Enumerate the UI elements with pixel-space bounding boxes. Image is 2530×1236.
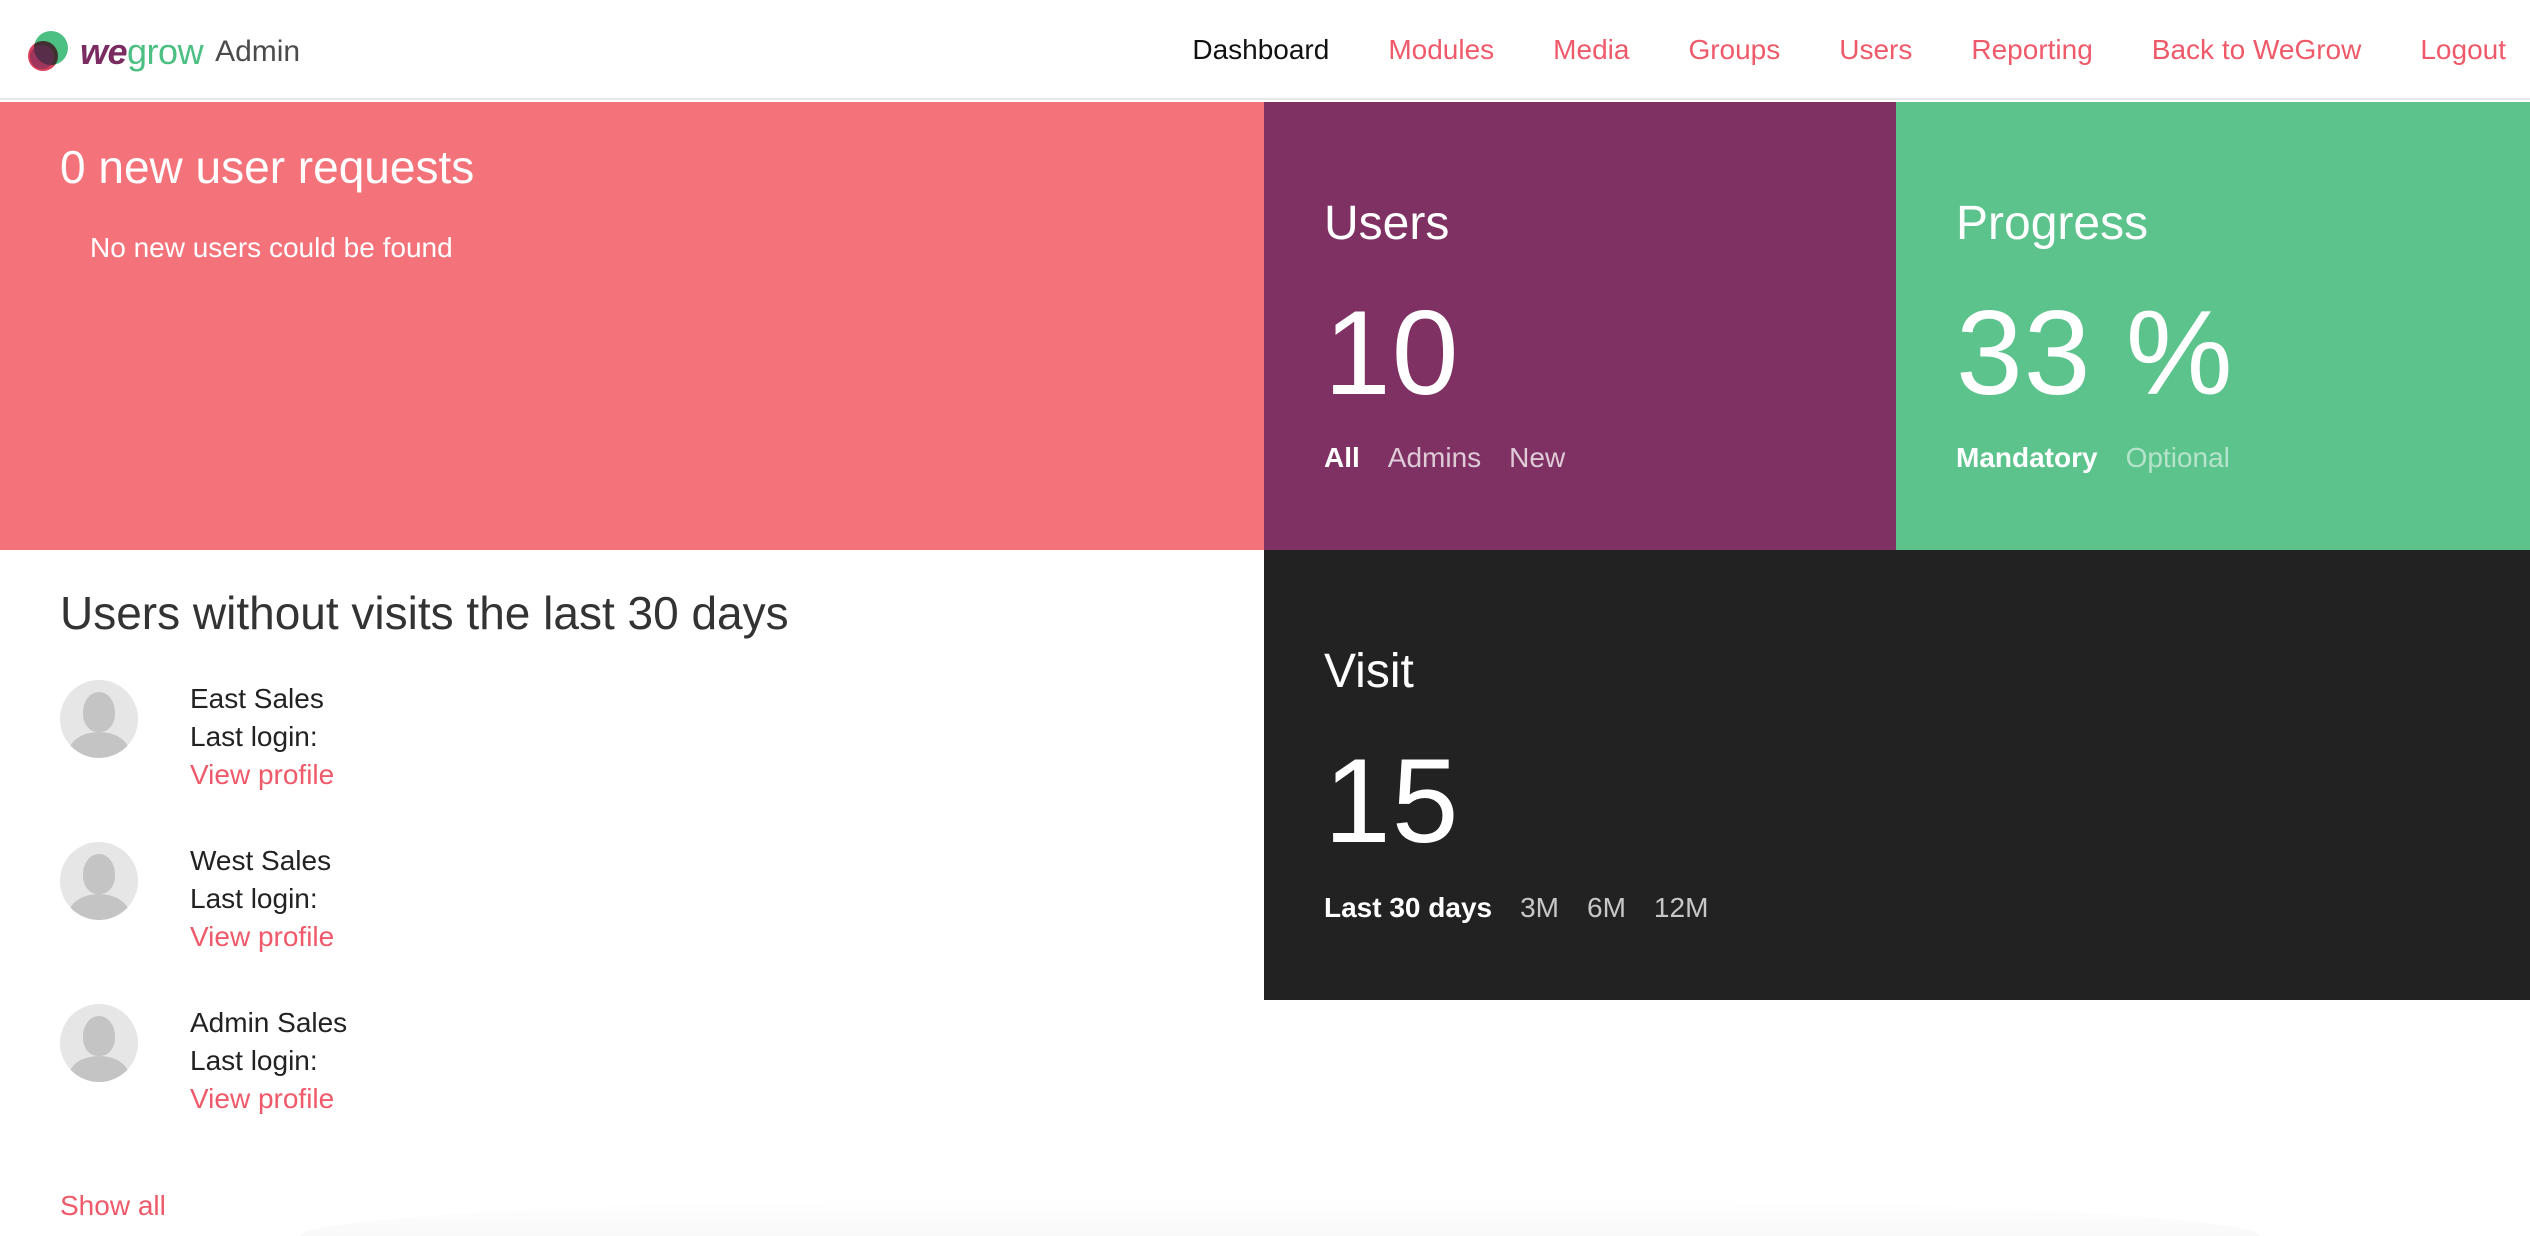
user-info: Admin Sales Last login: View profile	[190, 1004, 347, 1118]
inactive-users-section: Users without visits the last 30 days Ea…	[60, 586, 1200, 1114]
inactive-users-list: East Sales Last login: View profile West…	[60, 680, 760, 1166]
list-item: West Sales Last login: View profile	[60, 842, 760, 1004]
nav-reporting[interactable]: Reporting	[1971, 28, 2092, 72]
user-info: East Sales Last login: View profile	[190, 680, 334, 794]
users-stat-panel: Users 10 All Admins New	[1264, 102, 1896, 550]
users-filter-admins[interactable]: Admins	[1388, 442, 1481, 474]
top-header: wegrow Admin Dashboard Modules Media Gro…	[0, 0, 2530, 100]
wegrow-logo-icon	[28, 31, 70, 73]
visit-filter-3m[interactable]: 3M	[1520, 892, 1559, 924]
users-stat-title: Users	[1324, 197, 1450, 250]
list-item: East Sales Last login: View profile	[60, 680, 760, 842]
last-login-label: Last login:	[190, 883, 318, 914]
avatar	[60, 680, 138, 758]
users-stat-filters: All Admins New	[1324, 442, 1593, 474]
nav-groups[interactable]: Groups	[1688, 28, 1780, 72]
nav-modules[interactable]: Modules	[1388, 28, 1494, 72]
nav-back-to-wegrow[interactable]: Back to WeGrow	[2152, 28, 2362, 72]
user-name: West Sales	[190, 845, 332, 876]
visit-filter-last-30-days[interactable]: Last 30 days	[1324, 892, 1492, 924]
user-info: West Sales Last login: View profile	[190, 842, 334, 956]
progress-stat-filters: Mandatory Optional	[1956, 442, 2258, 474]
new-user-requests-panel: 0 new user requests No new users could b…	[0, 102, 1264, 550]
progress-stat-title: Progress	[1956, 197, 2149, 250]
visit-stat-panel: Visit 15 Last 30 days 3M 6M 12M	[1264, 550, 2530, 1000]
user-name: Admin Sales	[190, 1007, 348, 1038]
visit-stat-title: Visit	[1324, 645, 1414, 698]
main-nav: Dashboard Modules Media Groups Users Rep…	[1133, 28, 2506, 72]
nav-media[interactable]: Media	[1553, 28, 1629, 72]
nav-logout[interactable]: Logout	[2420, 28, 2506, 72]
new-user-requests-title: 0 new user requests	[60, 141, 475, 193]
visit-filter-12m[interactable]: 12M	[1654, 892, 1708, 924]
logo-grow: grow	[127, 31, 204, 72]
nav-users[interactable]: Users	[1839, 28, 1912, 72]
visit-stat-filters: Last 30 days 3M 6M 12M	[1324, 892, 1736, 924]
admin-label: Admin	[215, 35, 301, 68]
view-profile-link[interactable]: View profile	[190, 921, 334, 952]
last-login-label: Last login:	[190, 721, 318, 752]
progress-filter-optional[interactable]: Optional	[2126, 442, 2230, 474]
show-all-link[interactable]: Show all	[60, 1190, 166, 1222]
avatar	[60, 842, 138, 920]
last-login-label: Last login:	[190, 1045, 318, 1076]
nav-dashboard[interactable]: Dashboard	[1192, 28, 1329, 72]
no-new-users-message: No new users could be found	[90, 232, 453, 263]
logo-we: we	[80, 31, 128, 72]
logo-wordmark: wegrow	[80, 31, 204, 73]
progress-stat-panel: Progress 33 % Mandatory Optional	[1896, 102, 2530, 550]
progress-stat-value: 33 %	[1956, 286, 2234, 420]
users-stat-value: 10	[1324, 286, 1460, 420]
wegrow-logo[interactable]: wegrow Admin	[28, 30, 300, 74]
progress-filter-mandatory[interactable]: Mandatory	[1956, 442, 2098, 474]
visit-filter-6m[interactable]: 6M	[1587, 892, 1626, 924]
users-filter-all[interactable]: All	[1324, 442, 1360, 474]
footer-shadow	[300, 1196, 2260, 1236]
user-name: East Sales	[190, 683, 324, 714]
list-item: Admin Sales Last login: View profile	[60, 1004, 760, 1166]
users-filter-new[interactable]: New	[1509, 442, 1565, 474]
inactive-users-title: Users without visits the last 30 days	[60, 587, 789, 639]
view-profile-link[interactable]: View profile	[190, 1083, 334, 1114]
view-profile-link[interactable]: View profile	[190, 759, 334, 790]
visit-stat-value: 15	[1324, 734, 1460, 868]
avatar	[60, 1004, 138, 1082]
